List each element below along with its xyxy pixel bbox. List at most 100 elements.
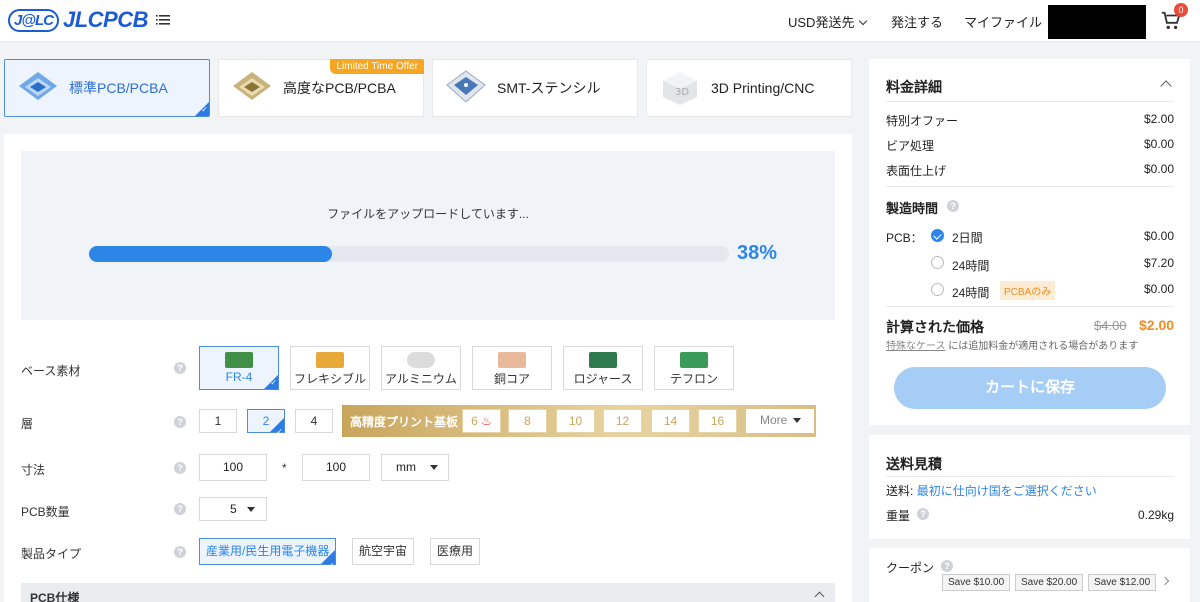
more-layers-dropdown[interactable]: More (746, 409, 814, 433)
hd-layer-12[interactable]: 12 (603, 409, 642, 433)
price-note-text: には追加料金が適用される場合があります (948, 341, 1139, 352)
special-case-link[interactable]: 特殊なケース (886, 341, 946, 352)
selected-check-icon (270, 418, 284, 443)
svg-text:3D: 3D (675, 87, 689, 98)
build-option-radio-24h[interactable] (931, 256, 944, 269)
coupon-chip[interactable]: Save $20.00 (1015, 574, 1084, 591)
material-flex[interactable]: フレキシブル (290, 346, 370, 390)
account-area[interactable] (1048, 5, 1146, 39)
help-icon[interactable]: ? (174, 546, 186, 558)
unit-select[interactable]: mm (381, 454, 449, 481)
build-option-value: $7.20 (1143, 256, 1174, 270)
weight-value: 0.29kg (1137, 508, 1174, 522)
cart-count-badge: 0 (1174, 3, 1188, 17)
build-option-value: $0.00 (1143, 229, 1174, 243)
material-label: アルミニウム (385, 372, 457, 386)
pricing-title: 料金詳細 (886, 79, 942, 95)
caret-down-icon (246, 507, 255, 512)
layer-option-1[interactable]: 1 (199, 409, 237, 433)
upload-percent: 38% (737, 242, 778, 264)
rogers-thumbnail (589, 352, 617, 368)
jlcpcb-logo[interactable]: J@LC JLCPCB (8, 7, 148, 33)
build-option-label: 2日間 (952, 231, 983, 245)
shipping-row: 送料: 最初に仕向け国をご選択ください (886, 482, 1097, 499)
pcb-qty-select[interactable]: 5 (199, 497, 267, 521)
currency-shipping-dropdown[interactable]: USD発送先 (788, 12, 868, 31)
logo-badge: J@LC (8, 8, 59, 32)
help-icon[interactable]: ? (174, 462, 186, 474)
layer-option-4[interactable]: 4 (295, 409, 333, 433)
final-price: $2.00 (1139, 317, 1175, 333)
height-input[interactable]: 100 (302, 454, 370, 481)
tab-label: 高度なPCB/PCBA (283, 80, 396, 96)
price-note: 特殊なケース には追加料金が適用される場合があります (886, 337, 1138, 352)
width-input[interactable]: 100 (199, 454, 267, 481)
aluminum-thumbnail (407, 352, 435, 368)
hd-layer-16[interactable]: 16 (698, 409, 737, 433)
upload-area[interactable]: ファイルをアップロードしています... 38% (21, 151, 835, 320)
hd-layer-value: 6 (471, 414, 478, 428)
chevron-down-icon (859, 16, 868, 26)
price-row-value: $0.00 (1143, 162, 1174, 176)
tab-3d-printing[interactable]: 3D 3D Printing/CNC (646, 59, 852, 117)
build-option-label: 24時間 (952, 286, 990, 300)
material-fr4[interactable]: FR-4 (199, 346, 279, 390)
hd-layer-10[interactable]: 10 (556, 409, 595, 433)
nav-my-files[interactable]: マイファイル (964, 12, 1042, 31)
help-icon[interactable]: ? (941, 560, 953, 572)
pcb-qty-label: PCB数量 (21, 505, 70, 519)
base-material-label: ベース素材 (21, 364, 81, 378)
standard-pcb-icon (17, 68, 59, 108)
nav-order[interactable]: 発注する (891, 12, 943, 31)
help-icon[interactable]: ? (174, 503, 186, 515)
material-aluminum[interactable]: アルミニウム (381, 346, 461, 390)
menu-icon[interactable] (156, 13, 170, 27)
coupon-chip[interactable]: Save $10.00 (942, 574, 1011, 591)
caret-down-icon (793, 418, 802, 423)
save-to-cart-button[interactable]: カートに保存 (894, 367, 1166, 409)
spec-label: PCB仕様 (30, 591, 80, 602)
fr4-thumbnail (225, 352, 253, 368)
caret-down-icon (430, 465, 438, 470)
product-type-medical[interactable]: 医療用 (430, 538, 481, 565)
product-type-label: 製品タイプ (21, 547, 82, 561)
layer-option-2[interactable]: 2 (247, 409, 285, 443)
build-option-radio-2days[interactable] (931, 229, 944, 242)
material-copper-core[interactable]: 銅コア (472, 346, 552, 390)
hd-layer-6[interactable]: 6 ♨ (462, 409, 501, 433)
hd-layer-14[interactable]: 14 (651, 409, 690, 433)
divider (886, 306, 1174, 307)
pcb-spec-section-header[interactable]: PCB仕様 (21, 583, 835, 602)
price-row-value: $2.00 (1143, 112, 1174, 126)
upload-status-text: ファイルをアップロードしています... (327, 207, 529, 221)
unit-value: mm (396, 460, 416, 474)
material-teflon[interactable]: テフロン (654, 346, 734, 390)
currency-label: USD発送先 (788, 15, 855, 30)
product-type-industrial[interactable]: 産業用/民生用電子機器 (199, 538, 337, 578)
layer-value: 2 (262, 414, 270, 428)
product-type-aerospace[interactable]: 航空宇宙 (352, 538, 415, 565)
tab-label: 標準PCB/PCBA (69, 80, 168, 96)
top-navigation-bar: J@LC JLCPCB USD発送先 発注する マイファイル 0 (0, 0, 1200, 42)
coupon-title: クーポン (886, 561, 935, 575)
layers-label: 層 (21, 417, 34, 431)
divider (886, 101, 1174, 102)
build-option-radio-24h-pcba[interactable] (931, 283, 944, 296)
upload-progress-fill (89, 246, 332, 262)
tab-standard-pcb[interactable]: 標準PCB/PCBA (4, 59, 210, 117)
help-icon[interactable]: ? (174, 362, 186, 374)
help-icon[interactable]: ? (174, 416, 186, 428)
tab-smt-stencil[interactable]: SMT-ステンシル (432, 59, 638, 117)
help-icon[interactable]: ? (917, 508, 929, 520)
shipping-title: 送料見積 (886, 456, 942, 472)
material-label: ロジャース (573, 372, 633, 386)
weight-label: 重量 (886, 509, 911, 523)
selected-check-icon (195, 102, 209, 116)
help-icon[interactable]: ? (947, 200, 959, 212)
hd-layer-8[interactable]: 8 (508, 409, 547, 433)
material-rogers[interactable]: ロジャース (563, 346, 643, 390)
coupon-chip[interactable]: Save $12.00 (1088, 574, 1157, 591)
tab-advanced-pcb[interactable]: 高度なPCB/PCBA Limited Time Offer (218, 59, 424, 117)
product-type-label: 産業用/民生用電子機器 (206, 544, 330, 558)
select-country-link[interactable]: 最初に仕向け国をご選択ください (917, 484, 1097, 498)
